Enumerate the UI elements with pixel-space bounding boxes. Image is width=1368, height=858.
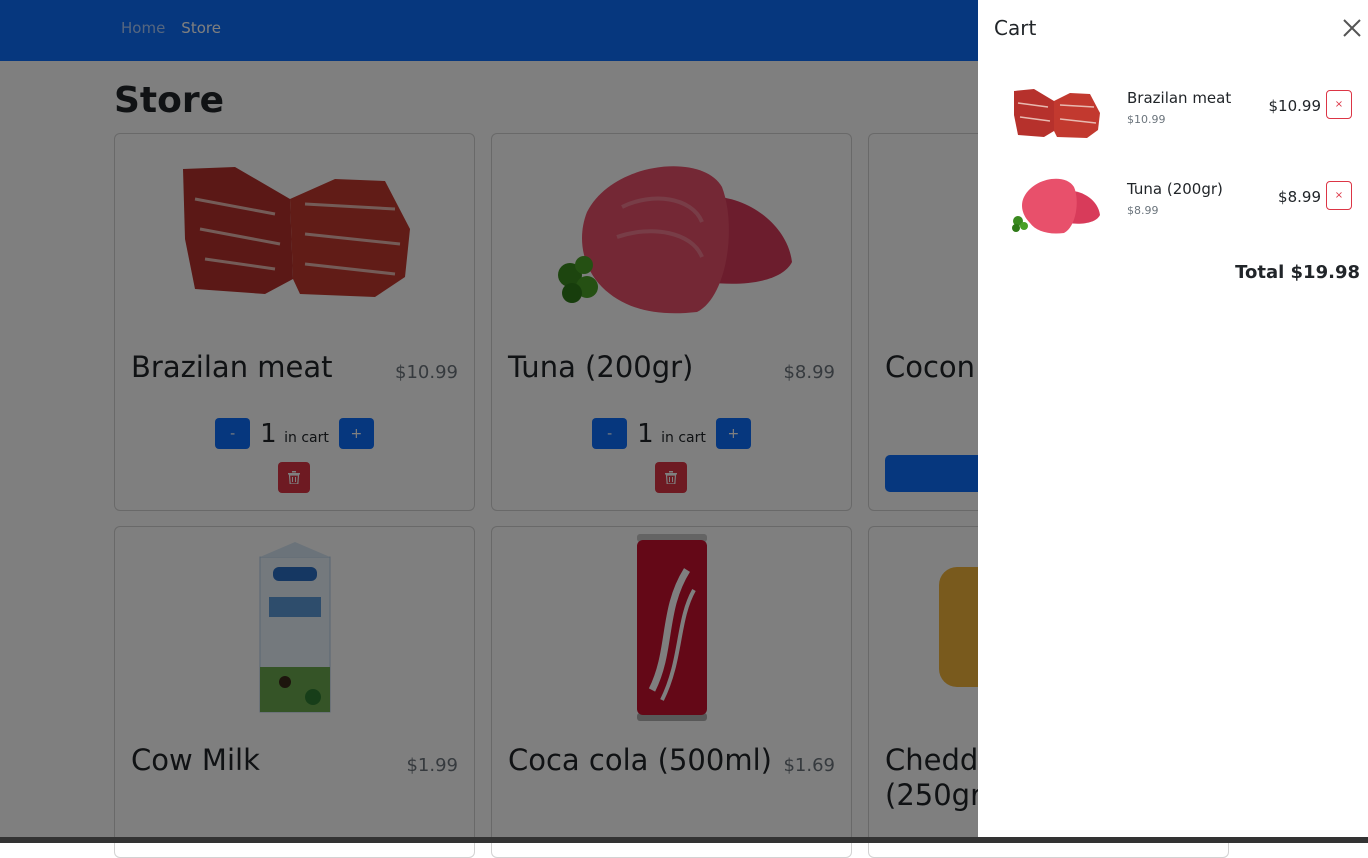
cart-item-unit-price: $8.99 bbox=[1127, 204, 1159, 217]
cart-item-image bbox=[1006, 166, 1106, 242]
cart-item: Tuna (200gr) $8.99 $8.99 × bbox=[1006, 166, 1352, 242]
cart-item: Brazilan meat $10.99 $10.99 × bbox=[1006, 75, 1352, 151]
cart-item-total: $10.99 bbox=[1268, 97, 1322, 115]
cart-total: Total $19.98 bbox=[1235, 262, 1360, 283]
close-icon[interactable] bbox=[1340, 16, 1364, 40]
cart-title: Cart bbox=[994, 16, 1037, 40]
cart-item-image bbox=[1006, 75, 1106, 151]
remove-item-button[interactable]: × bbox=[1326, 181, 1352, 210]
cart-item-name: Brazilan meat bbox=[1127, 89, 1232, 107]
modal-backdrop[interactable] bbox=[0, 0, 978, 843]
cart-panel: Cart Brazilan meat $10.99 $10.99 × Tuna … bbox=[978, 0, 1368, 837]
bottom-bar bbox=[0, 837, 1368, 843]
remove-item-button[interactable]: × bbox=[1326, 90, 1352, 119]
cart-item-unit-price: $10.99 bbox=[1127, 113, 1166, 126]
cart-item-name: Tuna (200gr) bbox=[1127, 180, 1223, 198]
cart-item-total: $8.99 bbox=[1278, 188, 1321, 206]
